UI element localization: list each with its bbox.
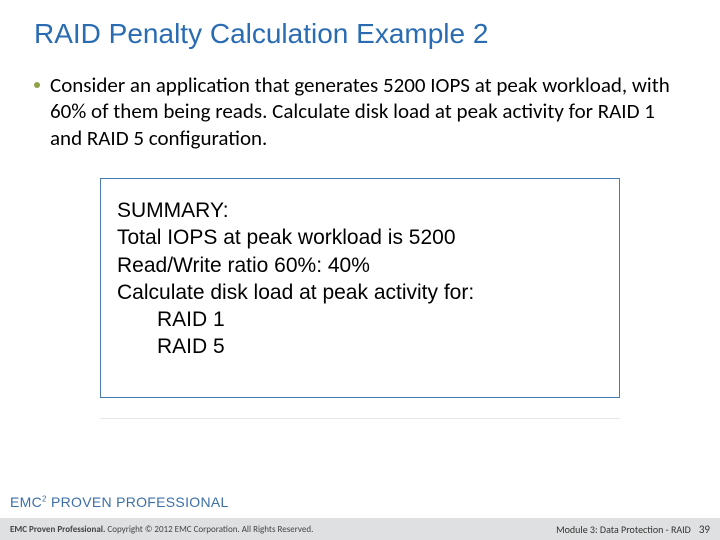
bullet-text: Consider an application that generates 5… <box>50 72 684 151</box>
divider <box>100 418 620 419</box>
summary-line: Total IOPS at peak workload is 5200 <box>117 224 603 251</box>
brand-prefix: EMC <box>10 494 42 510</box>
summary-line: Calculate disk load at peak activity for… <box>117 279 603 306</box>
copyright-bold: EMC Proven Professional. <box>10 524 105 535</box>
bullet-dot-icon <box>34 82 40 88</box>
footer-bar: EMC Proven Professional. Copyright © 201… <box>0 518 720 540</box>
bullet-item: Consider an application that generates 5… <box>34 72 684 151</box>
slide: RAID Penalty Calculation Example 2 Consi… <box>0 0 720 540</box>
summary-indent-line: RAID 5 <box>117 333 603 360</box>
summary-box: SUMMARY: Total IOPS at peak workload is … <box>100 178 620 398</box>
slide-title: RAID Penalty Calculation Example 2 <box>34 18 488 50</box>
page-number: 39 <box>699 523 710 536</box>
summary-heading: SUMMARY: <box>117 197 603 224</box>
summary-indent-line: RAID 1 <box>117 306 603 333</box>
summary-line: Read/Write ratio 60%: 40% <box>117 252 603 279</box>
brand-suffix: PROVEN PROFESSIONAL <box>47 494 229 510</box>
footer-brand-bar: EMC2 PROVEN PROFESSIONAL <box>0 486 720 518</box>
module-label: Module 3: Data Protection - RAID <box>556 523 691 536</box>
copyright: EMC Proven Professional. Copyright © 201… <box>10 524 313 535</box>
footer-right: Module 3: Data Protection - RAID 39 <box>556 523 710 536</box>
copyright-rest: Copyright © 2012 EMC Corporation. All Ri… <box>105 524 313 535</box>
brand-logo-text: EMC2 PROVEN PROFESSIONAL <box>10 494 229 510</box>
